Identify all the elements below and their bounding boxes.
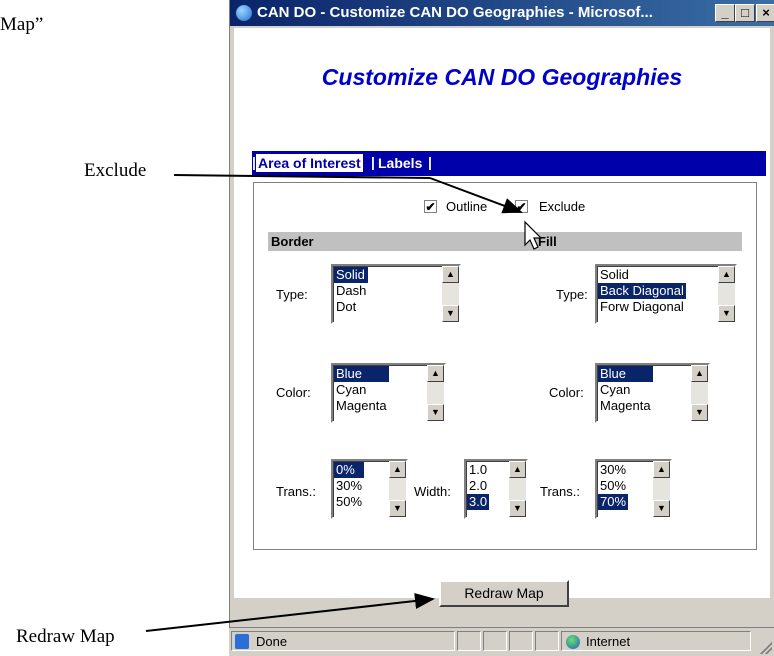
fill-trans-label: Trans.:: [540, 484, 580, 499]
exclude-checkbox[interactable]: ✔: [515, 200, 528, 213]
doc-exclude-label: Exclude: [84, 160, 147, 181]
status-zone-panel: Internet: [561, 631, 751, 651]
width-label: Width:: [414, 484, 451, 499]
list-option[interactable]: Cyan: [334, 382, 389, 398]
minimize-button[interactable]: _: [715, 4, 735, 22]
status-panel: [509, 631, 533, 651]
list-option[interactable]: 30%: [598, 462, 628, 478]
tab-area-of-interest[interactable]: Area of Interest: [256, 154, 363, 172]
doc-map-quote: Map”: [0, 14, 44, 35]
list-option[interactable]: 30%: [334, 478, 364, 494]
scrollbar[interactable]: ▲ ▼: [427, 365, 444, 421]
fill-color-listbox[interactable]: Blue Cyan Magenta ▲ ▼: [595, 363, 710, 423]
list-option[interactable]: Forw Diagonal: [598, 299, 686, 315]
scrollbar[interactable]: ▲ ▼: [691, 365, 708, 421]
border-color-listbox[interactable]: Blue Cyan Magenta ▲ ▼: [331, 363, 446, 423]
list-option[interactable]: Dot: [334, 299, 368, 315]
tab-bar: | Area of Interest | Labels |: [252, 151, 766, 176]
redraw-map-button[interactable]: Redraw Map: [439, 580, 569, 607]
border-trans-listbox[interactable]: 0% 30% 50% ▲ ▼: [331, 459, 408, 519]
status-bar: Done Internet: [229, 627, 774, 656]
status-panel: [457, 631, 481, 651]
list-option[interactable]: Back Diagonal: [598, 283, 686, 299]
doc-redraw-label: Redraw Map: [16, 626, 115, 647]
page-done-icon: [235, 634, 249, 649]
list-option[interactable]: Dash: [334, 283, 368, 299]
list-option[interactable]: 50%: [598, 478, 628, 494]
title-bar[interactable]: CAN DO - Customize CAN DO Geographies - …: [230, 0, 774, 26]
outline-checkbox[interactable]: ✔: [424, 200, 437, 213]
list-option[interactable]: Magenta: [334, 398, 389, 414]
exclude-label: Exclude: [539, 199, 586, 214]
fill-type-listbox[interactable]: Solid Back Diagonal Forw Diagonal ▲ ▼: [595, 264, 737, 324]
status-text: Done: [256, 634, 288, 649]
list-option[interactable]: Solid: [598, 267, 686, 283]
list-option[interactable]: Magenta: [598, 398, 653, 414]
scroll-up-arrow-icon[interactable]: ▲: [691, 365, 708, 382]
scrollbar[interactable]: ▲ ▼: [389, 461, 406, 517]
border-color-label: Color:: [276, 385, 311, 400]
list-option[interactable]: 0%: [334, 462, 365, 478]
page-title: Customize CAN DO Geographies: [321, 64, 683, 90]
list-option[interactable]: Solid: [334, 267, 369, 283]
resize-grip-icon[interactable]: [760, 642, 772, 654]
scroll-down-arrow-icon[interactable]: ▼: [718, 305, 735, 322]
scroll-down-arrow-icon[interactable]: ▼: [389, 500, 406, 517]
tab-labels[interactable]: Labels: [376, 154, 424, 172]
border-trans-label: Trans.:: [276, 484, 316, 499]
close-button[interactable]: ×: [756, 4, 774, 22]
scrollbar[interactable]: ▲ ▼: [653, 461, 670, 517]
tab-separator: |: [428, 154, 432, 170]
scroll-down-arrow-icon[interactable]: ▼: [691, 404, 708, 421]
tab-separator: |: [371, 154, 375, 170]
list-option[interactable]: 50%: [334, 494, 364, 510]
scroll-up-arrow-icon[interactable]: ▲: [653, 461, 670, 478]
border-type-listbox[interactable]: Solid Dash Dot ▲ ▼: [331, 264, 461, 324]
outline-label: Outline: [446, 199, 488, 214]
scroll-down-arrow-icon[interactable]: ▼: [653, 500, 670, 517]
window-title: CAN DO - Customize CAN DO Geographies - …: [257, 4, 653, 21]
width-listbox[interactable]: 1.0 2.0 3.0 ▲ ▼: [464, 459, 528, 519]
list-option[interactable]: Cyan: [598, 382, 653, 398]
list-option[interactable]: 70%: [598, 494, 629, 510]
scroll-down-arrow-icon[interactable]: ▼: [427, 404, 444, 421]
border-type-label: Type:: [276, 287, 308, 302]
list-option[interactable]: Blue: [598, 366, 653, 382]
zone-text: Internet: [586, 634, 631, 649]
scrollbar[interactable]: ▲ ▼: [509, 461, 526, 517]
scroll-up-arrow-icon[interactable]: ▲: [389, 461, 406, 478]
maximize-button[interactable]: □: [735, 4, 755, 22]
list-option[interactable]: 2.0: [467, 478, 489, 494]
list-option[interactable]: 1.0: [467, 462, 489, 478]
globe-icon: [566, 635, 580, 649]
scrollbar[interactable]: ▲ ▼: [442, 266, 459, 322]
scroll-up-arrow-icon[interactable]: ▲: [442, 266, 459, 283]
scrollbar[interactable]: ▲ ▼: [718, 266, 735, 322]
border-section-label: Border: [271, 234, 314, 249]
status-main-panel: Done: [231, 631, 455, 651]
status-panel: [483, 631, 507, 651]
fill-type-label: Type:: [556, 287, 588, 302]
ie-window-icon: [236, 5, 252, 21]
section-header: Border Fill: [268, 232, 742, 251]
fill-color-label: Color:: [549, 385, 584, 400]
scroll-up-arrow-icon[interactable]: ▲: [427, 365, 444, 382]
fill-section-label: Fill: [538, 234, 557, 249]
list-option[interactable]: 3.0: [467, 494, 490, 510]
scroll-down-arrow-icon[interactable]: ▼: [442, 305, 459, 322]
list-option[interactable]: Blue: [334, 366, 389, 382]
scroll-down-arrow-icon[interactable]: ▼: [509, 500, 526, 517]
scroll-up-arrow-icon[interactable]: ▲: [509, 461, 526, 478]
scroll-up-arrow-icon[interactable]: ▲: [718, 266, 735, 283]
fill-trans-listbox[interactable]: 30% 50% 70% ▲ ▼: [595, 459, 672, 519]
status-panel: [535, 631, 559, 651]
